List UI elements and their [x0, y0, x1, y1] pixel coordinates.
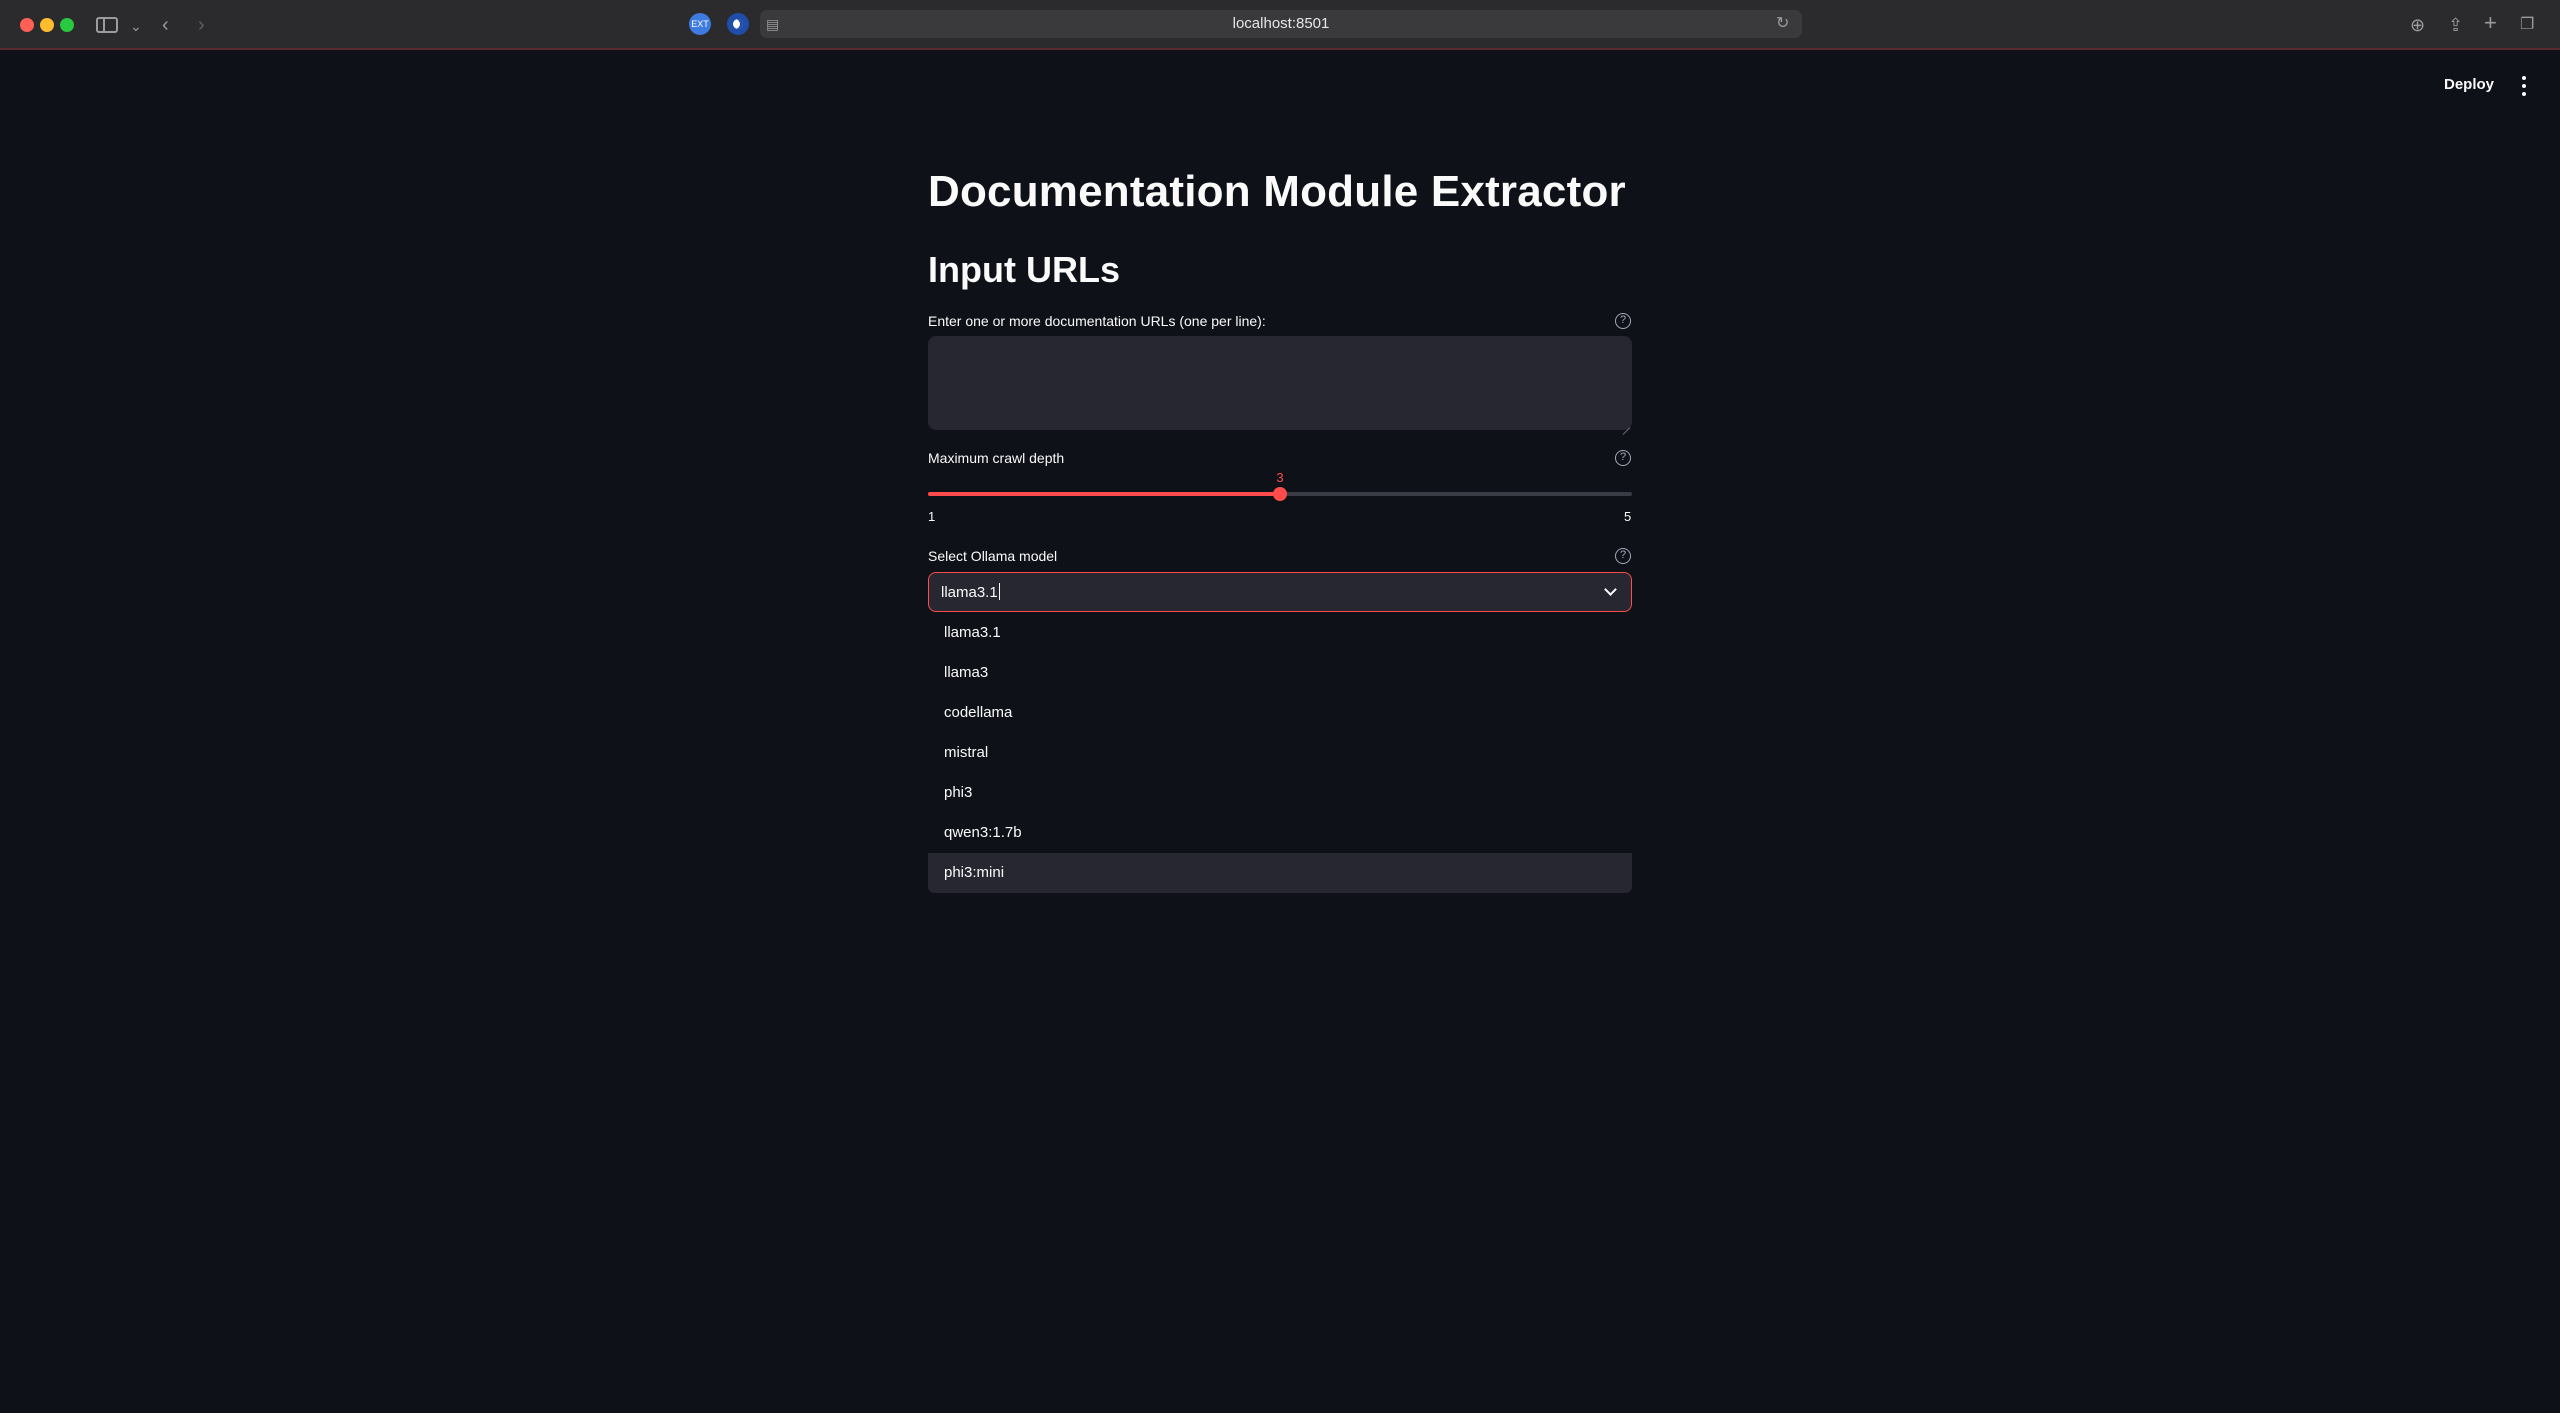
slider-max-label: 5: [1624, 509, 1632, 524]
tab-overview-icon[interactable]: ❐: [2520, 13, 2534, 37]
main-content: Documentation Module Extractor Input URL…: [928, 150, 1632, 296]
depth-slider-label: Maximum crawl depth: [928, 450, 1065, 466]
dropdown-option[interactable]: llama3.1: [928, 613, 1632, 653]
slider-current-value: 3: [1276, 470, 1284, 485]
dropdown-option[interactable]: llama3: [928, 653, 1632, 693]
resize-handle-icon[interactable]: [1620, 418, 1630, 428]
extension-icon[interactable]: EXT: [689, 13, 711, 35]
model-dropdown-list: llama3.1 llama3 codellama mistral phi3 qwen3:…: [928, 613, 1632, 893]
downloads-icon[interactable]: ⊕: [2410, 13, 2425, 37]
depth-slider-thumb[interactable]: [1273, 487, 1287, 501]
help-icon[interactable]: ?: [1615, 548, 1631, 564]
deploy-button[interactable]: Deploy: [2436, 72, 2502, 97]
minimize-window-button[interactable]: [40, 18, 54, 32]
sidebar-toggle-icon[interactable]: [96, 17, 118, 33]
share-icon[interactable]: ⇪: [2448, 13, 2463, 37]
dropdown-option[interactable]: qwen3:1.7b: [928, 813, 1632, 853]
urls-textarea[interactable]: [928, 336, 1632, 430]
reload-icon[interactable]: ↻: [1776, 12, 1789, 36]
url-text: localhost:8501: [1232, 15, 1330, 32]
chevron-down-icon[interactable]: [1604, 583, 1617, 596]
dark-mode-extension-icon[interactable]: [727, 13, 749, 35]
back-icon[interactable]: ‹: [162, 13, 169, 37]
address-bar[interactable]: ▤ localhost:8501 ↻: [760, 10, 1802, 38]
model-select-label: Select Ollama model: [928, 548, 1058, 564]
forward-icon[interactable]: ›: [198, 13, 205, 37]
dropdown-option[interactable]: phi3: [928, 773, 1632, 813]
dropdown-option[interactable]: phi3:mini: [928, 853, 1632, 893]
new-tab-icon[interactable]: +: [2484, 11, 2497, 35]
section-subheader: Input URLs: [928, 249, 1120, 290]
model-select-value: llama3.1: [941, 584, 998, 601]
close-window-button[interactable]: [20, 18, 34, 32]
zoom-window-button[interactable]: [60, 18, 74, 32]
model-select[interactable]: llama3.1: [928, 572, 1632, 612]
model-select-input[interactable]: llama3.1: [941, 583, 1000, 601]
main-menu-icon[interactable]: [2514, 72, 2534, 100]
dropdown-option[interactable]: mistral: [928, 733, 1632, 773]
browser-toolbar: ⌄ ‹ › EXT ▤ localhost:8501 ↻ ⊕ ⇪ + ❐: [0, 0, 2560, 50]
chevron-down-icon[interactable]: ⌄: [130, 14, 142, 38]
help-icon[interactable]: ?: [1615, 450, 1631, 466]
dropdown-option[interactable]: codellama: [928, 693, 1632, 733]
slider-min-label: 1: [928, 509, 936, 524]
page-title: Documentation Module Extractor: [928, 167, 1626, 216]
text-caret: [998, 583, 1000, 600]
depth-slider-fill: [928, 492, 1280, 496]
help-icon[interactable]: ?: [1615, 313, 1631, 329]
urls-field-label: Enter one or more documentation URLs (on…: [928, 313, 1266, 329]
depth-slider-track[interactable]: [928, 487, 1632, 501]
